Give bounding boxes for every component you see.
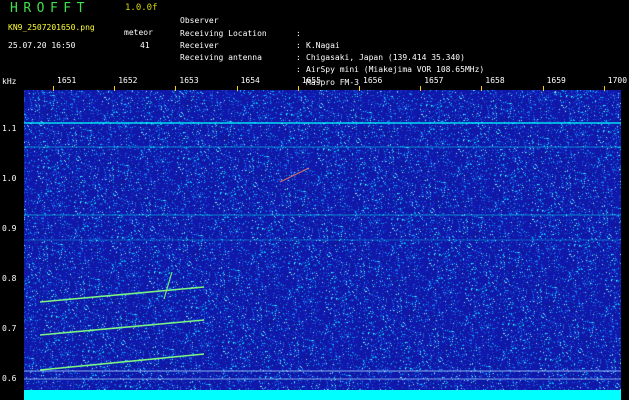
frequency-tick-label: 0.7 <box>2 324 17 333</box>
time-tick-mark <box>53 86 54 91</box>
info-separator: : <box>296 40 301 50</box>
info-separator: : <box>296 53 301 63</box>
info-separator: : <box>296 65 301 75</box>
info-row-antenna: Receiving antenna : Maspro FM-3 <box>180 40 359 87</box>
bottom-signal-band <box>24 390 621 400</box>
hrofft-window: HROFFT 1.0.0f KN9_2507201650.png 25.07.2… <box>0 0 629 400</box>
info-row-location: Receiving Location : Chigasaki, Japan (1… <box>180 15 465 63</box>
frequency-tick-label: 0.9 <box>2 224 17 233</box>
time-axis: 1651 1652 1653 1654 1655 1656 1657 1658 1659 1700 <box>0 76 629 94</box>
time-tick-label: 1655 <box>301 76 322 85</box>
info-row-receiver: Receiver : AirSpy mini (Miakejima VOR 10… <box>180 28 484 75</box>
meteor-trail <box>163 271 173 300</box>
time-tick-mark <box>603 86 605 91</box>
time-tick-label: 1656 <box>363 76 383 85</box>
frequency-tick-label: 0.6 <box>2 374 17 383</box>
info-value: AirSpy mini (Miakejima VOR 108.65MHz) <box>306 65 485 75</box>
time-tick-mark <box>236 86 238 91</box>
time-tick-label: 1658 <box>485 76 505 85</box>
app-title: HROFFT <box>10 1 90 16</box>
meteor-trail <box>39 353 205 371</box>
time-tick-mark <box>297 86 299 91</box>
time-tick-label: 1657 <box>424 76 444 85</box>
frequency-tick-label: 1.1 <box>2 124 17 133</box>
time-tick-mark <box>359 86 360 91</box>
time-tick-mark <box>175 86 177 91</box>
info-value: K.Nagai <box>306 40 340 50</box>
time-tick-mark <box>420 86 422 91</box>
frequency-tick-label: 0.8 <box>2 274 17 283</box>
meteor-trail <box>279 167 310 183</box>
time-tick-label: 1653 <box>179 76 199 85</box>
info-label: Receiving antenna <box>180 53 262 63</box>
time-tick-label: 1659 <box>546 76 566 85</box>
time-tick-label: 1652 <box>118 76 138 85</box>
app-version: 1.0.0f <box>125 3 158 13</box>
info-row-observer: Observer : K.Nagai <box>180 3 340 50</box>
signal-overlay <box>24 122 621 400</box>
time-tick-label: 1654 <box>240 76 260 85</box>
time-tick-label: 1700 <box>607 76 628 85</box>
meteor-trail <box>39 319 205 336</box>
station-info-table: Observer : K.Nagai Receiving Location : … <box>180 3 484 87</box>
time-tick-mark <box>542 86 544 91</box>
timestamp: 25.07.20 16:50 <box>8 41 76 50</box>
mode-value: 41 <box>140 41 150 50</box>
meteor-trail <box>39 286 205 303</box>
frequency-tick-label: 1.0 <box>2 174 17 183</box>
time-tick-label: 1651 <box>57 76 77 85</box>
file-name: KN9_2507201650.png <box>8 23 95 32</box>
mode-label: meteor <box>124 28 153 37</box>
info-value: Chigasaki, Japan (139.414 35.340) <box>306 53 465 63</box>
time-tick-mark <box>481 86 483 91</box>
time-tick-mark <box>114 86 116 91</box>
frequency-axis: 1.1 1.0 0.9 0.8 0.7 0.6 <box>0 90 24 400</box>
info-separator: : <box>296 28 301 38</box>
